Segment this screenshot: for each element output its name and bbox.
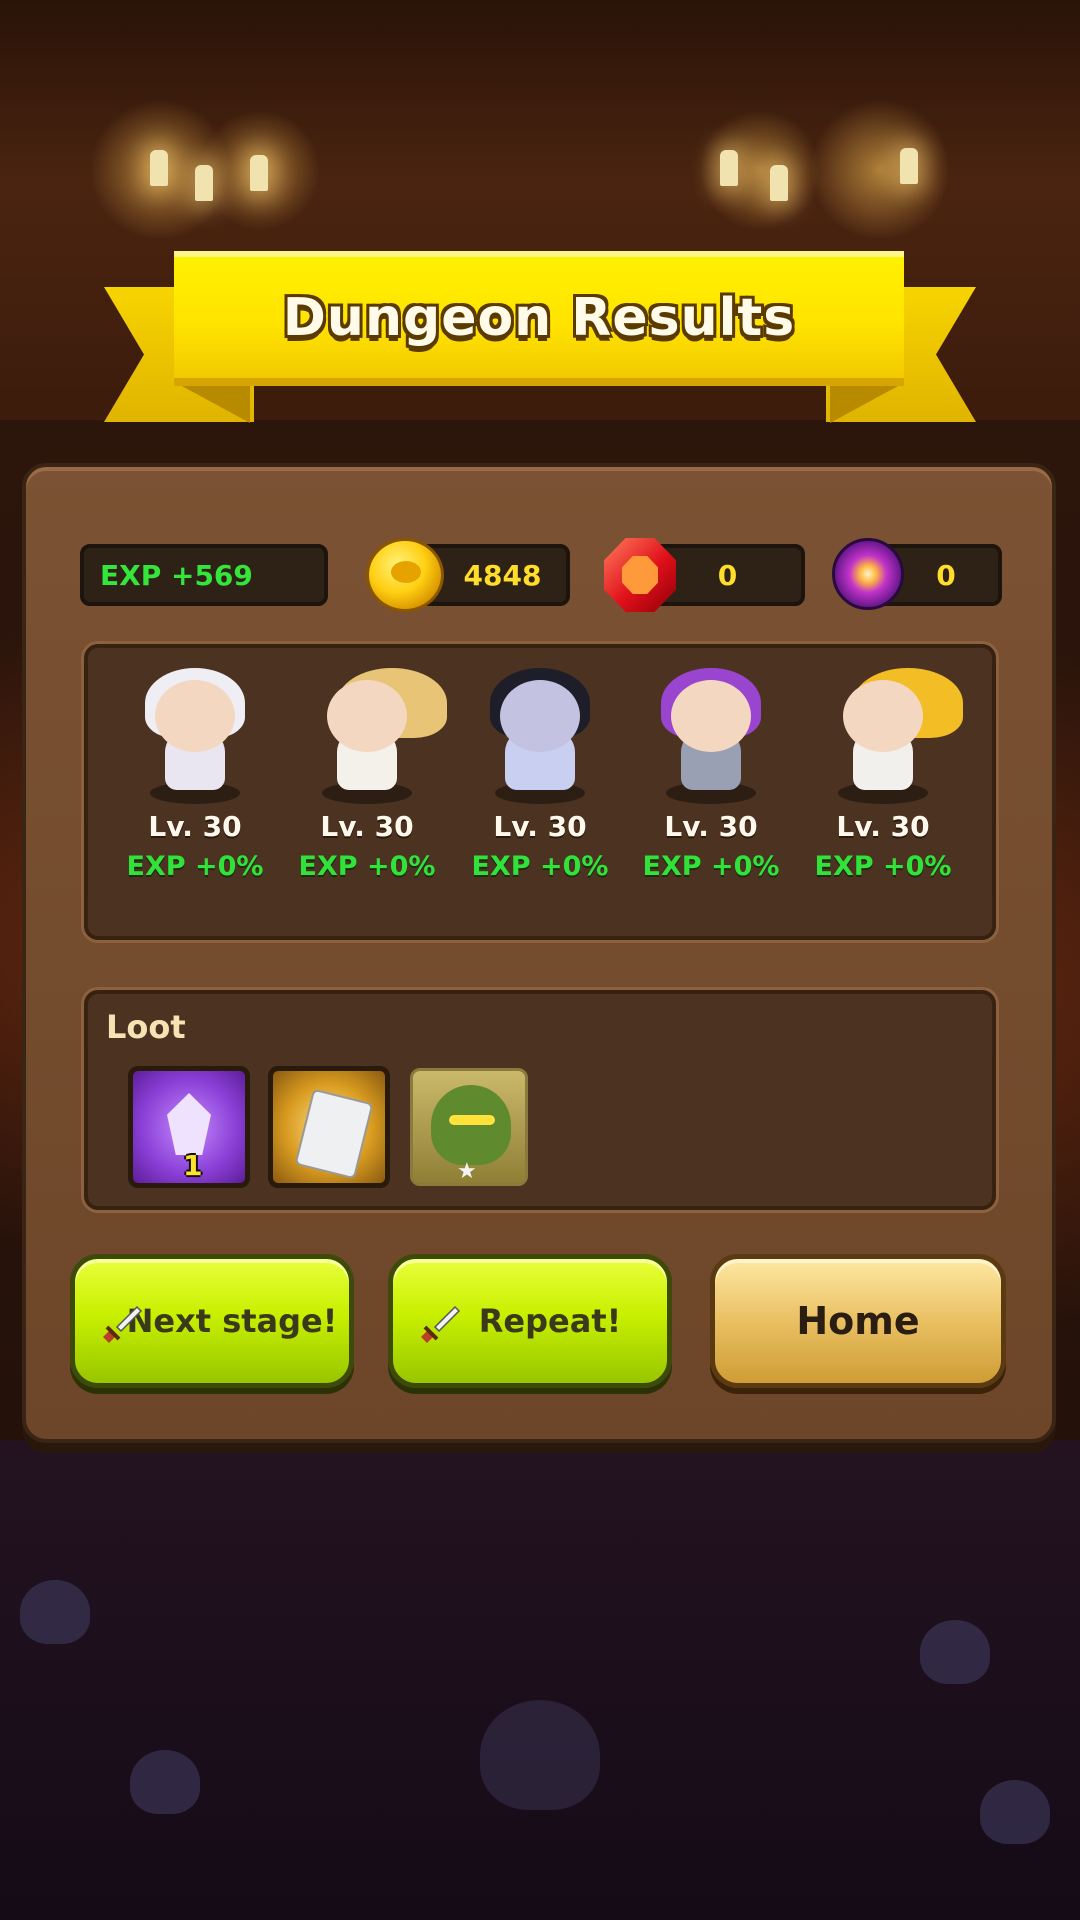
hero-slot: Lv. 30 EXP +0% [465,654,615,882]
gold-coin-icon [366,538,444,612]
hero-level: Lv. 30 [320,810,414,843]
hero-exp: EXP +0% [298,851,436,882]
skull-icon [920,1620,990,1684]
purple-orb-icon [832,538,904,610]
loot-item-crystal[interactable]: 1 [128,1066,250,1188]
next-stage-label: Next stage! [126,1302,338,1340]
hero-slot: Lv. 30 EXP +0% [120,654,270,882]
goblin-icon [431,1085,511,1165]
hero-level: Lv. 30 [836,810,930,843]
skull-icon [130,1750,200,1814]
loot-item-goblin[interactable]: ★ [410,1068,528,1186]
repeat-label: Repeat! [478,1302,622,1340]
sword-icon [421,1305,461,1343]
hero-exp: EXP +0% [126,851,264,882]
hero-level: Lv. 30 [493,810,587,843]
hero-slot: Lv. 30 EXP +0% [292,654,447,882]
next-stage-button[interactable]: Next stage! [70,1254,354,1388]
home-label: Home [796,1299,920,1343]
hero-portrait-icon [813,654,963,804]
star-icon: ★ [457,1159,477,1184]
hero-portrait-icon [297,654,447,804]
crystal-icon [167,1093,211,1155]
card-icon [294,1088,374,1180]
hero-exp: EXP +0% [814,851,952,882]
hero-exp: EXP +0% [471,851,609,882]
skull-icon [20,1580,90,1644]
candle-icon [195,165,213,201]
hero-slot: Lv. 30 EXP +0% [636,654,786,882]
gem-value: 0 [717,558,738,592]
candle-icon [900,148,918,184]
hero-level: Lv. 30 [664,810,758,843]
title-banner: Dungeon Results [174,251,904,386]
candle-icon [250,155,268,191]
skull-icon [480,1700,600,1810]
repeat-button[interactable]: Repeat! [388,1254,672,1388]
sword-icon [103,1305,143,1343]
hero-portrait-icon [470,654,610,804]
loot-item-card[interactable] [268,1066,390,1188]
hero-level: Lv. 30 [148,810,242,843]
exp-reward: EXP +569 [80,544,328,606]
exp-value: EXP +569 [100,558,253,592]
orb-value: 0 [936,558,956,592]
hero-exp: EXP +0% [642,851,780,882]
skull-icon [980,1780,1050,1844]
candle-icon [770,165,788,201]
hero-slot: Lv. 30 EXP +0% [808,654,963,882]
candle-icon [720,150,738,186]
candle-icon [150,150,168,186]
loot-quantity: 1 [183,1149,203,1182]
page-title: Dungeon Results [282,287,796,348]
home-button[interactable]: Home [710,1254,1006,1388]
loot-label: Loot [106,1008,186,1046]
gold-value: 4848 [463,558,542,592]
bone-pit [0,1440,1080,1920]
hero-portrait-icon [641,654,781,804]
hero-portrait-icon [125,654,265,804]
